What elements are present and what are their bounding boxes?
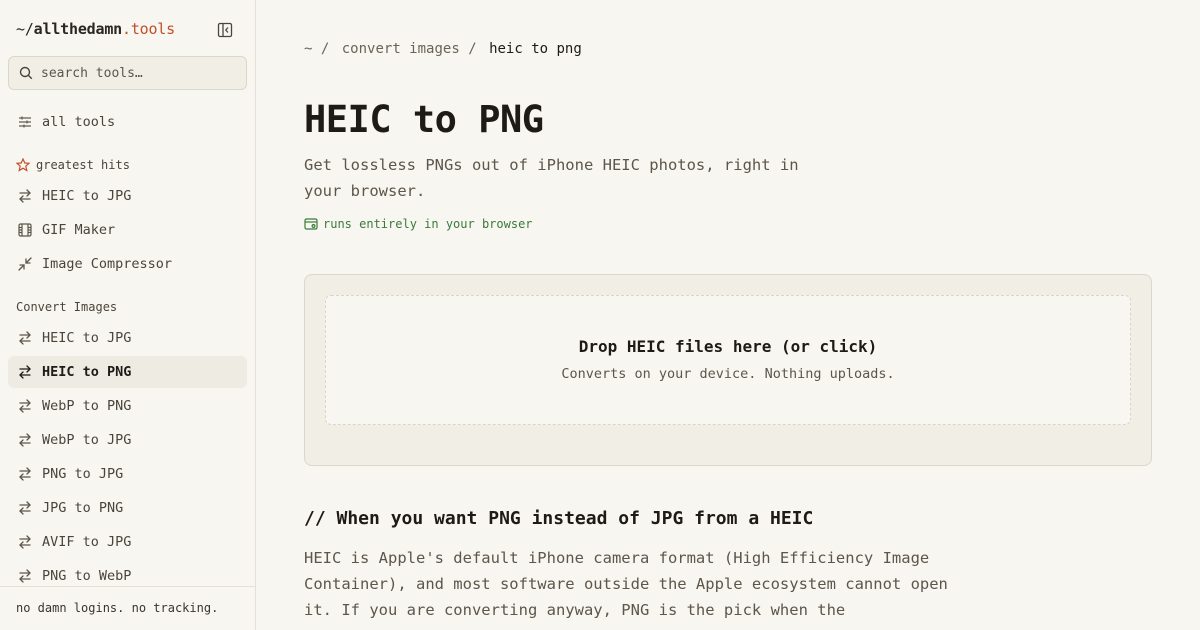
brand-name: allthedamn	[33, 20, 123, 38]
page-subtitle: Get lossless PNGs out of iPhone HEIC pho…	[304, 156, 799, 200]
dropzone-title: Drop HEIC files here (or click)	[578, 337, 878, 356]
compress-icon	[16, 255, 34, 273]
sidebar-item-jpg-to-png[interactable]: JPG to PNG	[8, 492, 247, 524]
section-label: greatest hits	[36, 158, 130, 172]
arrows-swap-icon	[16, 465, 34, 483]
section-label: Convert Images	[16, 300, 118, 314]
section-body: HEIC is Apple's default iPhone camera fo…	[304, 549, 948, 619]
breadcrumb-current: heic to png	[489, 41, 582, 57]
sidebar-footer: no damn logins. no tracking.	[0, 586, 255, 630]
sidebar-item-label: all tools	[42, 114, 116, 130]
sidebar-item-label: JPG to PNG	[42, 500, 124, 516]
arrows-swap-icon	[16, 329, 34, 347]
breadcrumb-section[interactable]: convert images	[342, 41, 460, 57]
sidebar-item-webp-to-jpg[interactable]: WebP to JPG	[8, 424, 247, 456]
star-icon	[16, 158, 30, 172]
sidebar: ~/allthedamn.tools all tools greatest hi…	[0, 0, 256, 630]
sidebar-item-label: AVIF to JPG	[42, 534, 132, 550]
sidebar-item-label: PNG to JPG	[42, 466, 124, 482]
sidebar-item-label: WebP to JPG	[42, 432, 132, 448]
sidebar-item-label: PNG to WebP	[42, 568, 132, 584]
local-processing-badge: runs entirely in your browser	[304, 217, 533, 231]
breadcrumb-root[interactable]: ~	[304, 41, 312, 57]
dropzone-subtitle: Converts on your device. Nothing uploads…	[561, 366, 895, 382]
footer-text: no damn logins. no tracking.	[16, 601, 219, 615]
browser-icon	[304, 217, 318, 231]
search-icon	[19, 66, 33, 80]
dropzone-container: Drop HEIC files here (or click) Converts…	[304, 274, 1152, 466]
breadcrumb-separator: /	[320, 41, 330, 57]
brand-logo[interactable]: ~/allthedamn.tools	[16, 20, 175, 38]
file-dropzone[interactable]: Drop HEIC files here (or click) Converts…	[325, 295, 1131, 425]
sidebar-item-hit-heic-to-jpg[interactable]: HEIC to JPG	[8, 180, 247, 212]
sidebar-item-hit-gif-maker[interactable]: GIF Maker	[8, 214, 247, 246]
sidebar-item-hit-image-compressor[interactable]: Image Compressor	[8, 248, 247, 280]
arrows-swap-icon	[16, 533, 34, 551]
sidebar-item-heic-to-jpg[interactable]: HEIC to JPG	[8, 322, 247, 354]
breadcrumb: ~ / convert images / heic to png	[304, 41, 586, 57]
collapse-sidebar-button[interactable]	[216, 21, 234, 39]
search-box	[8, 56, 247, 90]
arrows-swap-icon	[16, 363, 34, 381]
sidebar-item-label: HEIC to PNG	[42, 364, 132, 380]
sidebar-item-label: WebP to PNG	[42, 398, 132, 414]
arrows-swap-icon	[16, 567, 34, 585]
sidebar-item-label: HEIC to JPG	[42, 330, 132, 346]
film-icon	[16, 221, 34, 239]
sidebar-item-heic-to-png[interactable]: HEIC to PNG	[8, 356, 247, 388]
sidebar-item-label: HEIC to JPG	[42, 188, 132, 204]
sidebar-collapse-icon	[217, 22, 233, 38]
sidebar-item-png-to-jpg[interactable]: PNG to JPG	[8, 458, 247, 490]
search-input[interactable]	[41, 65, 231, 81]
arrows-swap-icon	[16, 499, 34, 517]
section-convert-images: Convert Images	[16, 300, 117, 314]
section-heading: // When you want PNG instead of JPG from…	[304, 508, 814, 529]
breadcrumb-separator: /	[468, 41, 477, 57]
arrows-swap-icon	[16, 397, 34, 415]
arrows-swap-icon	[16, 431, 34, 449]
sidebar-item-avif-to-jpg[interactable]: AVIF to JPG	[8, 526, 247, 558]
arrows-swap-icon	[16, 187, 34, 205]
sliders-icon	[16, 113, 34, 131]
sidebar-item-label: GIF Maker	[42, 222, 116, 238]
brand-tilde: ~/	[16, 20, 34, 38]
brand-tld: .tools	[121, 20, 175, 38]
main-content: ~ / convert images / heic to png HEIC to…	[256, 0, 1200, 630]
section-greatest-hits: greatest hits	[16, 158, 130, 172]
page-title: HEIC to PNG	[304, 98, 544, 141]
sidebar-item-label: Image Compressor	[42, 256, 173, 272]
sidebar-item-webp-to-png[interactable]: WebP to PNG	[8, 390, 247, 422]
sidebar-item-all-tools[interactable]: all tools	[8, 106, 247, 138]
badge-text: runs entirely in your browser	[323, 217, 533, 231]
